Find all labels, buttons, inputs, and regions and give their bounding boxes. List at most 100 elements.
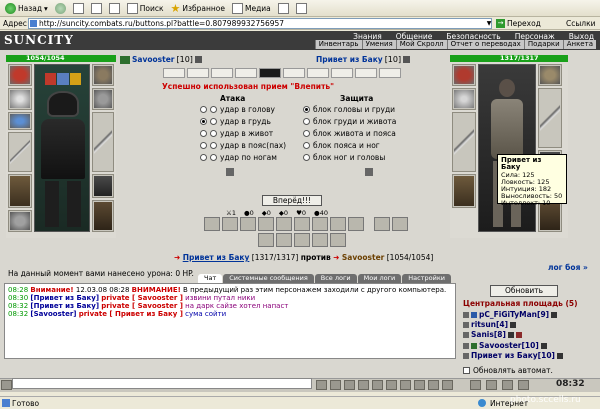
- nav-profile[interactable]: Анкета: [562, 40, 596, 49]
- print-button[interactable]: [294, 1, 309, 15]
- spell-slot[interactable]: [379, 68, 401, 78]
- tab-all-logs[interactable]: Все логи: [314, 274, 357, 283]
- nav-transfers[interactable]: Отчет о переводах: [446, 40, 524, 49]
- mail-icon[interactable]: [502, 380, 513, 390]
- info-icon[interactable]: [540, 342, 547, 349]
- clear-icon[interactable]: [330, 380, 341, 390]
- attack-option-head[interactable]: удар в голову: [200, 105, 275, 114]
- private-icon[interactable]: [463, 342, 469, 349]
- defense-option-belt-legs[interactable]: блок пояса и ног: [303, 141, 380, 150]
- favorites-button[interactable]: ★ Избранное: [169, 1, 227, 15]
- skill-icon[interactable]: [374, 217, 390, 231]
- chat-input[interactable]: [12, 378, 312, 389]
- chat-window[interactable]: 08:28 Внимание! 12.03.08 08:28 ВНИМАНИЕ!…: [4, 283, 456, 359]
- private-icon[interactable]: [463, 311, 469, 318]
- search-button[interactable]: Поиск: [125, 1, 166, 15]
- info-icon[interactable]: [510, 321, 517, 328]
- battle-log-link[interactable]: лог боя »: [548, 263, 588, 272]
- bracer-slot[interactable]: [92, 88, 114, 110]
- room-user[interactable]: Привет из Баку[10]: [463, 351, 563, 360]
- armor-slot[interactable]: [8, 174, 32, 208]
- earrings-slot[interactable]: [8, 88, 32, 110]
- exit-icon[interactable]: [518, 380, 529, 390]
- skill-icon[interactable]: [240, 217, 256, 231]
- armor-slot[interactable]: [452, 174, 476, 208]
- info-icon[interactable]: [403, 56, 411, 63]
- friends-icon[interactable]: [414, 380, 425, 390]
- skill-icon[interactable]: [348, 217, 364, 231]
- stop-button[interactable]: [71, 1, 86, 15]
- refresh-combat-icon[interactable]: [365, 168, 373, 176]
- defense-option-chest-stomach[interactable]: блок груди и живота: [303, 117, 396, 126]
- auto-refresh-checkbox[interactable]: Обновлять автомат.: [463, 366, 553, 375]
- skill-icon[interactable]: [258, 233, 274, 247]
- skill-icon[interactable]: [222, 217, 238, 231]
- scroll-icon[interactable]: [386, 380, 397, 390]
- spell-slot[interactable]: [355, 68, 377, 78]
- nav-inventory[interactable]: Инвентарь: [314, 40, 362, 49]
- info-icon[interactable]: [551, 311, 558, 318]
- info-icon[interactable]: [507, 331, 514, 338]
- gloves-slot[interactable]: [92, 64, 114, 86]
- room-user[interactable]: Sanis[8]: [463, 330, 522, 339]
- tab-chat[interactable]: Чат: [198, 274, 223, 283]
- spell-slot[interactable]: [163, 68, 185, 78]
- send-icon[interactable]: [316, 380, 327, 390]
- go-button[interactable]: → Переход: [496, 18, 541, 29]
- media-button[interactable]: Медиа: [230, 1, 273, 15]
- skill-icon[interactable]: [294, 217, 310, 231]
- gloves-slot[interactable]: [538, 64, 562, 86]
- attack-option-stomach[interactable]: удар в живот: [200, 129, 273, 138]
- tab-system-messages[interactable]: Системные сообщения: [223, 274, 314, 283]
- defense-option-head-chest[interactable]: блок головы и груди: [303, 105, 395, 114]
- skill-icon[interactable]: [330, 233, 346, 247]
- defense-option-stomach-belt[interactable]: блок живота и пояса: [303, 129, 396, 138]
- nav-my-scroll[interactable]: Мой Скролл: [395, 40, 447, 49]
- settings-icon[interactable]: [470, 380, 481, 390]
- attack-option-chest[interactable]: удар в грудь: [200, 117, 271, 126]
- address-input[interactable]: http://suncity.combats.ru/buttons.pl?bat…: [28, 18, 492, 29]
- private-icon[interactable]: [463, 331, 469, 338]
- belt-slot[interactable]: [8, 210, 32, 232]
- tab-settings[interactable]: Настройки: [402, 274, 451, 283]
- refresh-page-button[interactable]: [89, 1, 104, 15]
- tab-my-logs[interactable]: Мои логи: [357, 274, 402, 283]
- nav-skills[interactable]: Умения: [361, 40, 396, 49]
- forward-nav-button[interactable]: [53, 1, 68, 15]
- back-button[interactable]: Назад ▾: [3, 1, 50, 15]
- mail-button[interactable]: [276, 1, 291, 15]
- spell-slot[interactable]: [307, 68, 329, 78]
- left-character-figure[interactable]: [34, 64, 90, 232]
- pants-slot[interactable]: [92, 174, 114, 198]
- spell-slot-active[interactable]: [259, 68, 281, 78]
- address-dropdown-icon[interactable]: ▼: [486, 19, 492, 28]
- weapon-right-slot[interactable]: [92, 112, 114, 172]
- skill-icon[interactable]: [204, 217, 220, 231]
- skill-icon[interactable]: [294, 233, 310, 247]
- map-icon[interactable]: [428, 380, 439, 390]
- helmet-slot[interactable]: [452, 64, 476, 86]
- spell-slot[interactable]: [211, 68, 233, 78]
- right-fighter-name[interactable]: Привет из Баку [10]: [316, 55, 411, 64]
- fight-right-name[interactable]: Savooster: [342, 253, 385, 262]
- private-icon[interactable]: [463, 352, 469, 359]
- menu-icon[interactable]: [1, 380, 12, 390]
- spell-slot[interactable]: [235, 68, 257, 78]
- defense-option-legs-head[interactable]: блок ног и головы: [303, 153, 385, 162]
- spell-slot[interactable]: [283, 68, 305, 78]
- skill-icon[interactable]: [258, 217, 274, 231]
- links-button[interactable]: Ссылки: [566, 19, 595, 28]
- weapon-left-slot[interactable]: [452, 112, 476, 172]
- fight-left-name[interactable]: Привет из Баку: [183, 253, 250, 262]
- room-user[interactable]: Savooster[10]: [463, 341, 547, 350]
- inventory-icon[interactable]: [442, 380, 453, 390]
- weapon-left-slot[interactable]: [8, 132, 32, 172]
- skill-icon[interactable]: [330, 217, 346, 231]
- spell-slot[interactable]: [187, 68, 209, 78]
- attack-option-legs[interactable]: удар по ногам: [200, 153, 277, 162]
- left-fighter-name[interactable]: Savooster [10]: [120, 55, 202, 64]
- info-icon[interactable]: [194, 56, 202, 63]
- boots-slot[interactable]: [92, 200, 114, 232]
- amulet-slot[interactable]: [8, 112, 32, 130]
- attack-option-belt[interactable]: удар в пояс(пах): [200, 141, 286, 150]
